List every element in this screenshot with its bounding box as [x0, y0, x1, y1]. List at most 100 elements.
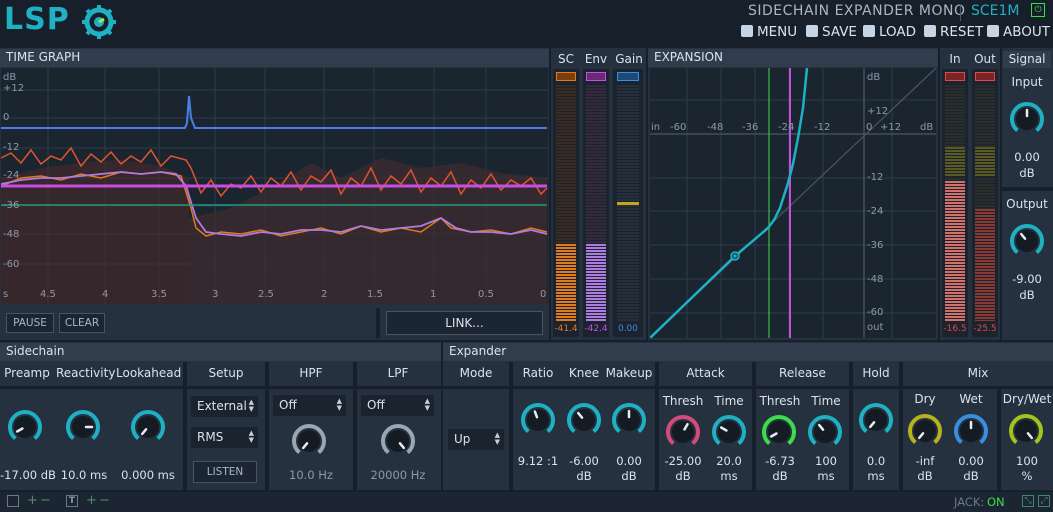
pause-button[interactable]: PAUSE — [6, 313, 54, 333]
exp-separator-2 — [655, 362, 659, 490]
release-thresh-unit: dB — [772, 469, 788, 483]
attack-time-knob[interactable] — [712, 415, 746, 449]
save-icon — [806, 25, 818, 37]
output-label: Output — [1006, 197, 1048, 211]
dry-value: -inf — [915, 454, 935, 468]
hpf-mode-select[interactable]: Off ▲ ▼ — [273, 395, 346, 416]
input-knob[interactable] — [1010, 102, 1044, 136]
link-button[interactable]: LINK... — [386, 311, 543, 335]
env-meter-bar — [586, 244, 606, 321]
font-increase-icon[interactable]: + — [86, 493, 97, 508]
load-button[interactable]: LOAD — [863, 24, 916, 40]
ratio-value: 9.12 :1 — [517, 454, 559, 468]
sc-separator-3 — [353, 362, 357, 490]
time-x-label-0: 0 — [540, 289, 547, 300]
lpf-mode-select[interactable]: Off ▲ ▼ — [361, 395, 434, 416]
gain-meter-cap — [617, 72, 639, 81]
sc-header-divider — [0, 386, 441, 389]
time-y-label-m60: -60 — [3, 259, 20, 270]
time-y-label-m24: -24 — [3, 170, 20, 181]
menu-label: MENU — [757, 24, 798, 40]
env-meter-cap — [586, 72, 606, 81]
gain-meter-label: Gain — [615, 52, 643, 66]
font-decrease-icon[interactable]: − — [99, 493, 110, 508]
sc-meter-bar — [556, 244, 576, 321]
time-graph-canvas — [1, 68, 548, 304]
attack-thresh-knob[interactable] — [666, 415, 700, 449]
power-icon[interactable]: ⏻ — [1031, 3, 1045, 17]
exp-top-label-m12: -12 — [814, 122, 831, 133]
release-time-unit: ms — [817, 469, 835, 483]
release-time-knob[interactable] — [808, 415, 842, 449]
about-button[interactable]: ABOUT — [987, 24, 1050, 40]
release-time-value: 100 — [815, 454, 837, 468]
font-icon[interactable]: T — [66, 495, 78, 507]
exp-right-label-m60: -60 — [867, 307, 884, 318]
knee-value: -6.00 — [569, 454, 599, 468]
makeup-label: Makeup — [605, 366, 653, 380]
out-meter-label: Out — [974, 52, 996, 66]
reactivity-knob[interactable] — [66, 410, 100, 444]
sc-meter-value: -41.4 — [554, 324, 578, 334]
clear-button[interactable]: CLEAR — [59, 313, 105, 333]
time-y-label-0: 0 — [3, 112, 10, 123]
exp-top-label-m60: -60 — [670, 122, 687, 133]
zoom-in-icon[interactable]: + — [27, 493, 38, 508]
exp-separator-3 — [752, 362, 756, 490]
zoom-out-icon[interactable]: − — [40, 493, 51, 508]
logo: LSP — [4, 2, 119, 42]
exp-top-label-p12: +12 — [880, 122, 902, 133]
signal-divider — [1002, 187, 1053, 191]
sc-separator-2 — [265, 362, 269, 490]
out-meter: -25.5 — [972, 69, 998, 337]
drywet-knob[interactable] — [1009, 414, 1043, 448]
preamp-knob[interactable] — [8, 410, 42, 444]
listen-button[interactable]: LISTEN — [193, 461, 257, 483]
out-meter-bar — [975, 209, 995, 321]
exp-right-label-p12: +12 — [867, 106, 889, 117]
expander-title: Expander — [443, 343, 1053, 361]
hold-knob[interactable] — [859, 403, 893, 437]
sc-meter-label: SC — [558, 52, 574, 66]
attack-thresh-value: -25.00 — [664, 454, 702, 468]
exp-header-divider — [443, 386, 1053, 389]
ratio-label: Ratio — [522, 366, 554, 380]
title-divider — [960, 4, 961, 21]
input-value: 0.00 — [1014, 150, 1040, 164]
hpf-knob[interactable] — [292, 424, 326, 458]
release-thresh-knob[interactable] — [762, 415, 796, 449]
wet-knob[interactable] — [954, 414, 988, 448]
output-value: -9.00 — [1012, 272, 1042, 286]
reactivity-value: 10.0 ms — [60, 468, 108, 482]
input-label: Input — [1011, 75, 1043, 89]
save-button[interactable]: SAVE — [806, 24, 857, 40]
reset-button[interactable]: RESET — [924, 24, 983, 40]
lpf-knob[interactable] — [381, 424, 415, 458]
mode-select[interactable]: Up ▲ ▼ — [448, 429, 504, 450]
attack-label: Attack — [686, 366, 725, 380]
preamp-value: -17.00 dB — [0, 468, 56, 482]
output-knob[interactable] — [1010, 224, 1044, 258]
in-meter: -16.5 — [942, 69, 968, 337]
lookahead-knob[interactable] — [131, 410, 165, 444]
ratio-knob[interactable] — [521, 403, 555, 437]
about-label: ABOUT — [1003, 24, 1051, 40]
setup-mode-select[interactable]: RMS ▲ ▼ — [191, 427, 258, 448]
makeup-knob[interactable] — [612, 403, 646, 437]
setup-source-select[interactable]: External ▲ ▼ — [191, 396, 258, 417]
knee-knob[interactable] — [567, 403, 601, 437]
hold-value: 0.0 — [866, 454, 886, 468]
fullscreen-icon[interactable]: ⤢ — [1038, 495, 1050, 507]
dry-knob[interactable] — [908, 414, 942, 448]
env-meter-label: Env — [584, 52, 608, 66]
time-x-label-0-5: 0.5 — [478, 289, 494, 300]
time-x-label-1: 1 — [430, 289, 437, 300]
resize-icon[interactable]: ⤡ — [1022, 495, 1034, 507]
out-meter-cap — [975, 72, 995, 81]
expansion-graph — [650, 68, 936, 338]
menu-button[interactable]: MENU — [741, 24, 797, 40]
time-x-label-3-5: 3.5 — [151, 289, 167, 300]
knee-unit: dB — [576, 469, 592, 483]
window-icon[interactable] — [7, 495, 19, 507]
save-label: SAVE — [822, 24, 857, 40]
